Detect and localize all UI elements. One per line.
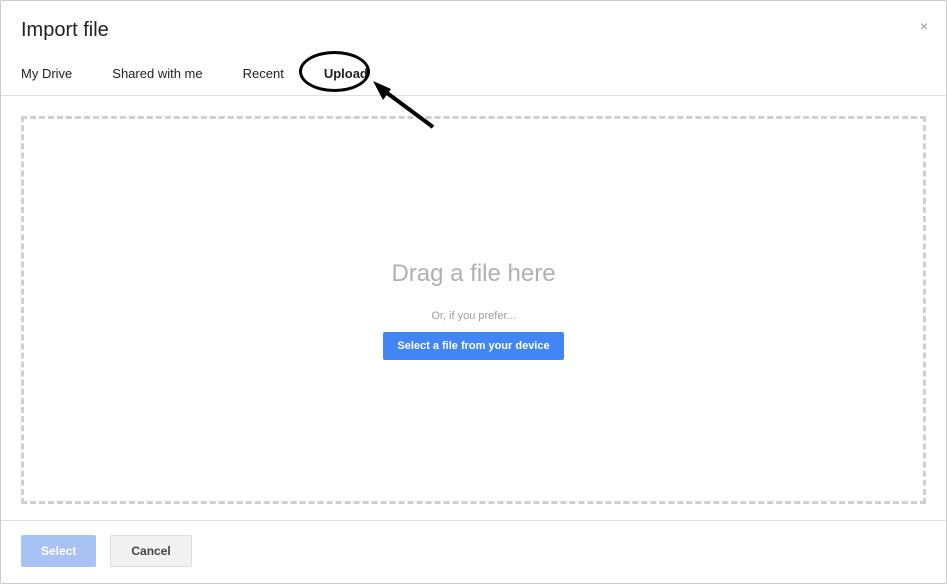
dialog-title: Import file [21, 19, 926, 42]
drag-instruction: Drag a file here [391, 260, 555, 288]
tabs: My Drive Shared with me Recent Upload [1, 54, 946, 96]
dialog-footer: Select Cancel [1, 520, 946, 583]
tab-shared-with-me[interactable]: Shared with me [112, 54, 202, 95]
tab-my-drive[interactable]: My Drive [21, 54, 72, 95]
tab-upload[interactable]: Upload [324, 54, 368, 95]
select-button[interactable]: Select [21, 535, 96, 567]
dropzone-container: Drag a file here Or, if you prefer... Se… [1, 96, 946, 516]
tab-recent[interactable]: Recent [243, 54, 284, 95]
cancel-button[interactable]: Cancel [110, 535, 191, 567]
dropzone[interactable]: Drag a file here Or, if you prefer... Se… [21, 116, 926, 504]
select-file-button[interactable]: Select a file from your device [383, 332, 563, 360]
dialog-header: Import file × [1, 1, 946, 54]
prefer-text: Or, if you prefer... [431, 310, 515, 322]
close-button[interactable]: × [920, 19, 928, 33]
close-icon: × [920, 18, 928, 34]
